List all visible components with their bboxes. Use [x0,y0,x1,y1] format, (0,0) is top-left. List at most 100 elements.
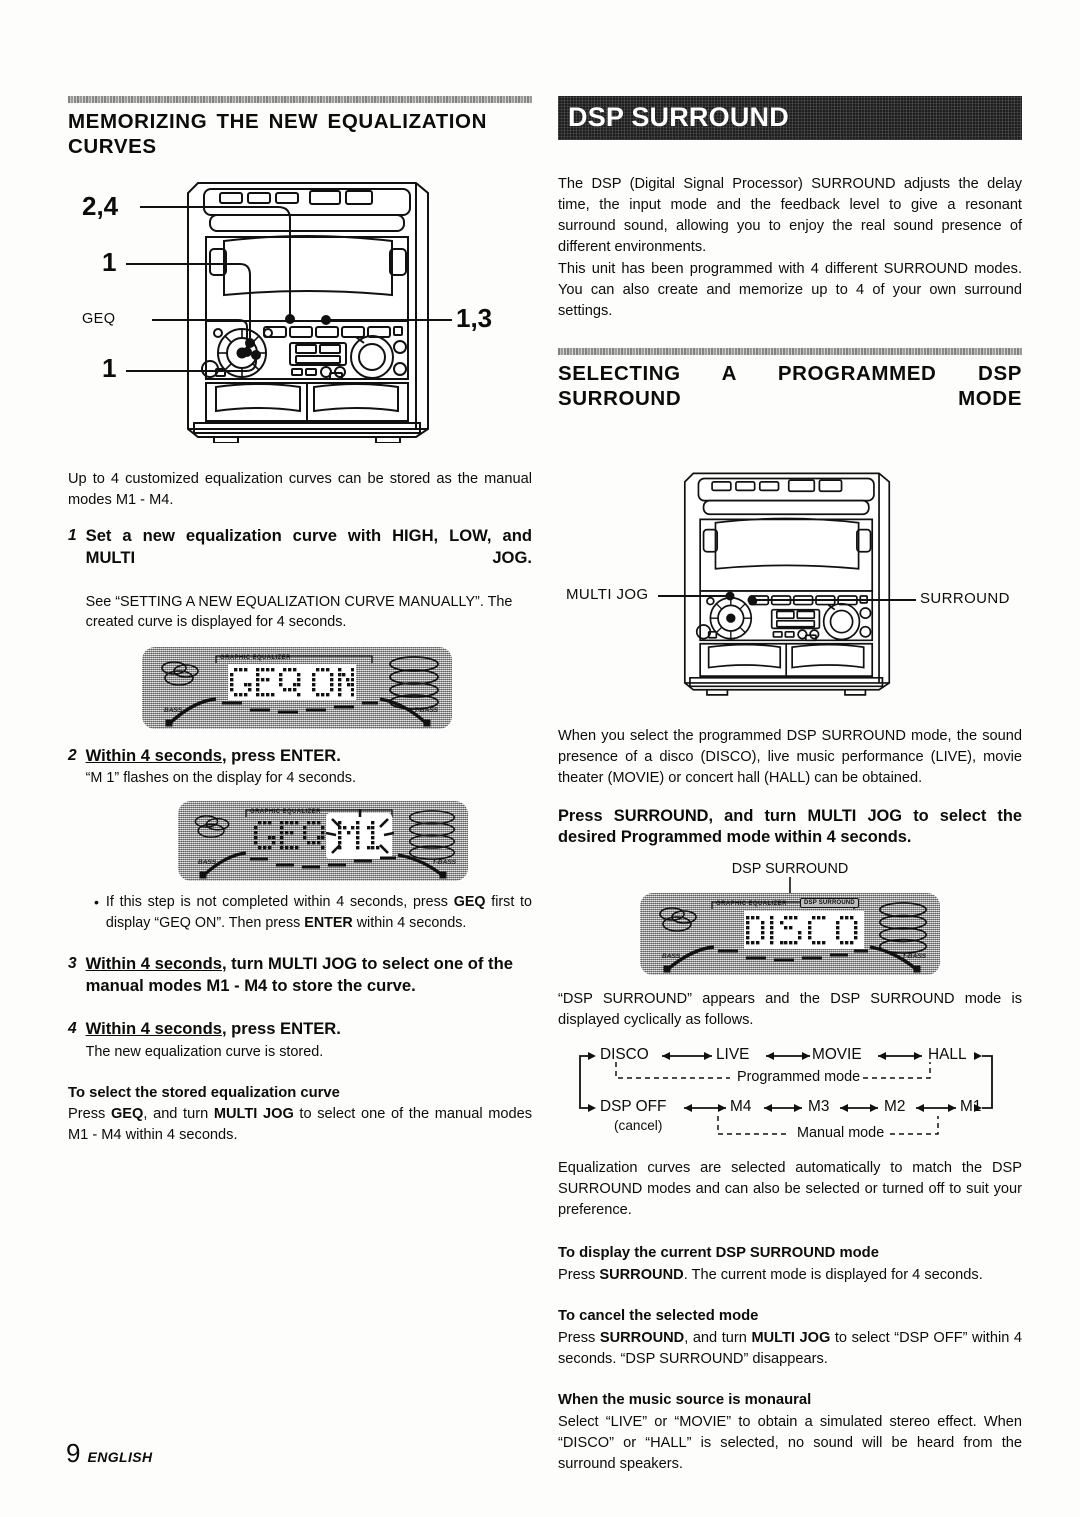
bullet-bold-enter: ENTER [304,914,353,931]
flow-node-m2: M2 [884,1097,906,1115]
callout-leader-lines [658,591,916,605]
disc-icon [659,907,697,932]
s0-text-2: . The current mode is displayed for 4 se… [683,1266,983,1283]
s0-text-1: Press [558,1266,600,1283]
bullet-bold-geq: GEQ [453,893,486,910]
step-3: 3 Within 4 seconds, turn MULTI JOG to se… [68,953,532,998]
eq-curve-1 [165,697,431,727]
page-title: MEMORIZING THE NEW EQUALIZATION CURVES [68,110,487,158]
display-geq-m1: GRAPHIC EQUALIZER BASS T-BASS [178,800,468,881]
flow-node-disco: DISCO [600,1045,649,1063]
callout-surround: SURROUND [920,590,1010,608]
tbass-label-2: T-BASS [432,858,456,866]
callout-2-4: 2,4 [82,191,119,221]
sel-bold-multijog: MULTI JOG [213,1106,294,1123]
dsp-surround-banner: DSP SURROUND [558,96,1022,140]
sel-text-2: , and turn [143,1106,214,1123]
bass-label-2: BASS [198,858,217,866]
step-3-number: 3 [68,955,77,973]
display-disco: GRAPHIC EQUALIZER DSP SURROUND BASS T-BA… [640,893,940,976]
right-column: DSP SURROUND The DSP (Digital Signal Pro… [558,96,1022,1475]
step-2-number: 2 [68,746,77,764]
section-cancel-mode: To cancel the selected mode Press SURROU… [558,1306,1022,1370]
disc-icon [161,661,199,686]
display-geq-on: GRAPHIC EQUALIZER BASS T-BASS [142,646,452,729]
step-2-title-rest: , press ENTER. [221,745,341,765]
select-stored-heading: To select the stored equalization curve [68,1084,340,1101]
s1-bold-1: SURROUND [599,1329,685,1346]
left-column: MEMORIZING THE NEW EQUALIZATION CURVES 2… [68,96,532,1147]
bullet-dot: • [94,893,99,910]
step-1-sub: See “SETTING A NEW EQUALIZATION CURVE MA… [85,594,513,631]
selecting-heading: SELECTING A PROGRAMMED DSP SURROUND MODE [558,362,1022,411]
sel-text-1: Press [68,1106,111,1123]
body-monaural: Select “LIVE” or “MOVIE” to obtain a sim… [558,1413,1022,1472]
bullet-text-1: If this step is not completed within 4 s… [105,893,454,910]
dsp-intro-paragraph-2: This unit has been programmed with 4 dif… [558,260,1022,319]
callout-1-upper: 1 [102,247,117,277]
dsp-intro-paragraph-1: The DSP (Digital Signal Processor) SURRO… [558,176,1022,256]
cycle-text: “DSP SURROUND” appears and the DSP SURRO… [558,991,1022,1029]
step-2-sub: “M 1” flashes on the display for 4 secon… [85,770,356,787]
flow-node-m1: M1 [960,1097,982,1115]
body-cancel-mode: Press SURROUND, and turn MULTI JOG to se… [558,1328,1022,1370]
s0-bold-1: SURROUND [599,1266,684,1283]
callout-geq: GEQ [82,311,116,327]
page-language: ENGLISH [87,1449,153,1465]
flow-label-manual: Manual mode [794,1124,888,1141]
manual-page: MEMORIZING THE NEW EQUALIZATION CURVES 2… [0,0,1080,1517]
section-monaural: When the music source is monaural Select… [558,1390,1022,1475]
section-rule-selecting [558,348,1022,356]
step-3-title-underlined: Within 4 seconds [85,954,222,974]
bass-label-3: BASS [662,953,681,961]
flow-node-movie: MOVIE [812,1045,862,1063]
flow-node-hall: HALL [928,1045,967,1063]
eq-curve-3 [663,945,921,973]
tbass-label-1: T-BASS [414,706,438,714]
intro-paragraph: Up to 4 customized equalization curves c… [68,471,532,509]
press-instruction: Press SURROUND, and turn MULTI JOG to se… [558,806,1022,847]
subhead-cancel-mode: To cancel the selected mode [558,1307,759,1324]
section-display-current-mode: To display the current DSP SURROUND mode… [558,1243,1022,1286]
para-curves: Equalization curves are selected automat… [558,1159,1022,1218]
step-4-title-underlined: Within 4 seconds [85,1019,222,1039]
subhead-display-current: To display the current DSP SURROUND mode [558,1244,879,1261]
step-4-sub: The new equalization curve is stored. [85,1044,324,1061]
display-caption: DSP SURROUND [731,861,849,878]
flow-node-live: LIVE [716,1045,750,1063]
callout-multi-jog: MULTI JOG [566,586,649,604]
section-rule-top [68,96,532,103]
callout-1-3: 1,3 [456,303,493,333]
page-number: 9 [66,1438,81,1468]
dsp-surround-indicator: DSP SURROUND [800,898,859,909]
stereo-diagram-left: 2,4 1 GEQ 1 1,3 [68,165,532,455]
note-bullet: • If this step is not completed within 4… [94,892,532,933]
step-1: 1 Set a new equalization curve with HIGH… [68,525,532,633]
step-2: 2 Within 4 seconds, press ENTER. “M 1” f… [68,745,532,789]
mode-cycle-diagram: DISCO LIVE MOVIE HALL Programmed mode DS… [558,1042,1022,1146]
s1-text-2: , and turn [684,1329,752,1346]
page-footer: 9 ENGLISH [66,1438,153,1469]
select-stored-section: To select the stored equalization curve … [68,1083,532,1147]
eq-label-bracket-1 [215,655,373,663]
step-1-number: 1 [68,527,77,545]
step-2-title-underlined: Within 4 seconds [85,745,222,765]
tbass-label-3: T-BASS [902,953,926,961]
stereo-diagram-right: MULTI JOG SURROUND [558,448,1022,720]
caption-leader-line [789,877,791,894]
disc-icon [194,815,230,838]
step-4-number: 4 [68,1020,77,1038]
select-stored-body: Press GEQ, and turn MULTI JOG to select … [68,1104,532,1146]
eq-curve-2 [199,851,447,879]
flow-node-dsp-off: DSP OFF [600,1097,667,1115]
subhead-monaural: When the music source is monaural [558,1391,812,1408]
s1-text-1: Press [558,1329,600,1346]
bullet-text-3: within 4 seconds. [352,914,467,931]
step-1-title: Set a new equalization curve with HIGH, … [85,526,532,567]
flow-label-programmed: Programmed mode [734,1068,864,1085]
step-4-title-rest: , press ENTER. [221,1019,341,1039]
s1-bold-2: MULTI JOG [751,1329,831,1346]
step-4: 4 Within 4 seconds, press ENTER. The new… [68,1018,532,1062]
sel-bold-geq: GEQ [110,1106,144,1123]
para-modes: When you select the programmed DSP SURRO… [558,728,1022,787]
